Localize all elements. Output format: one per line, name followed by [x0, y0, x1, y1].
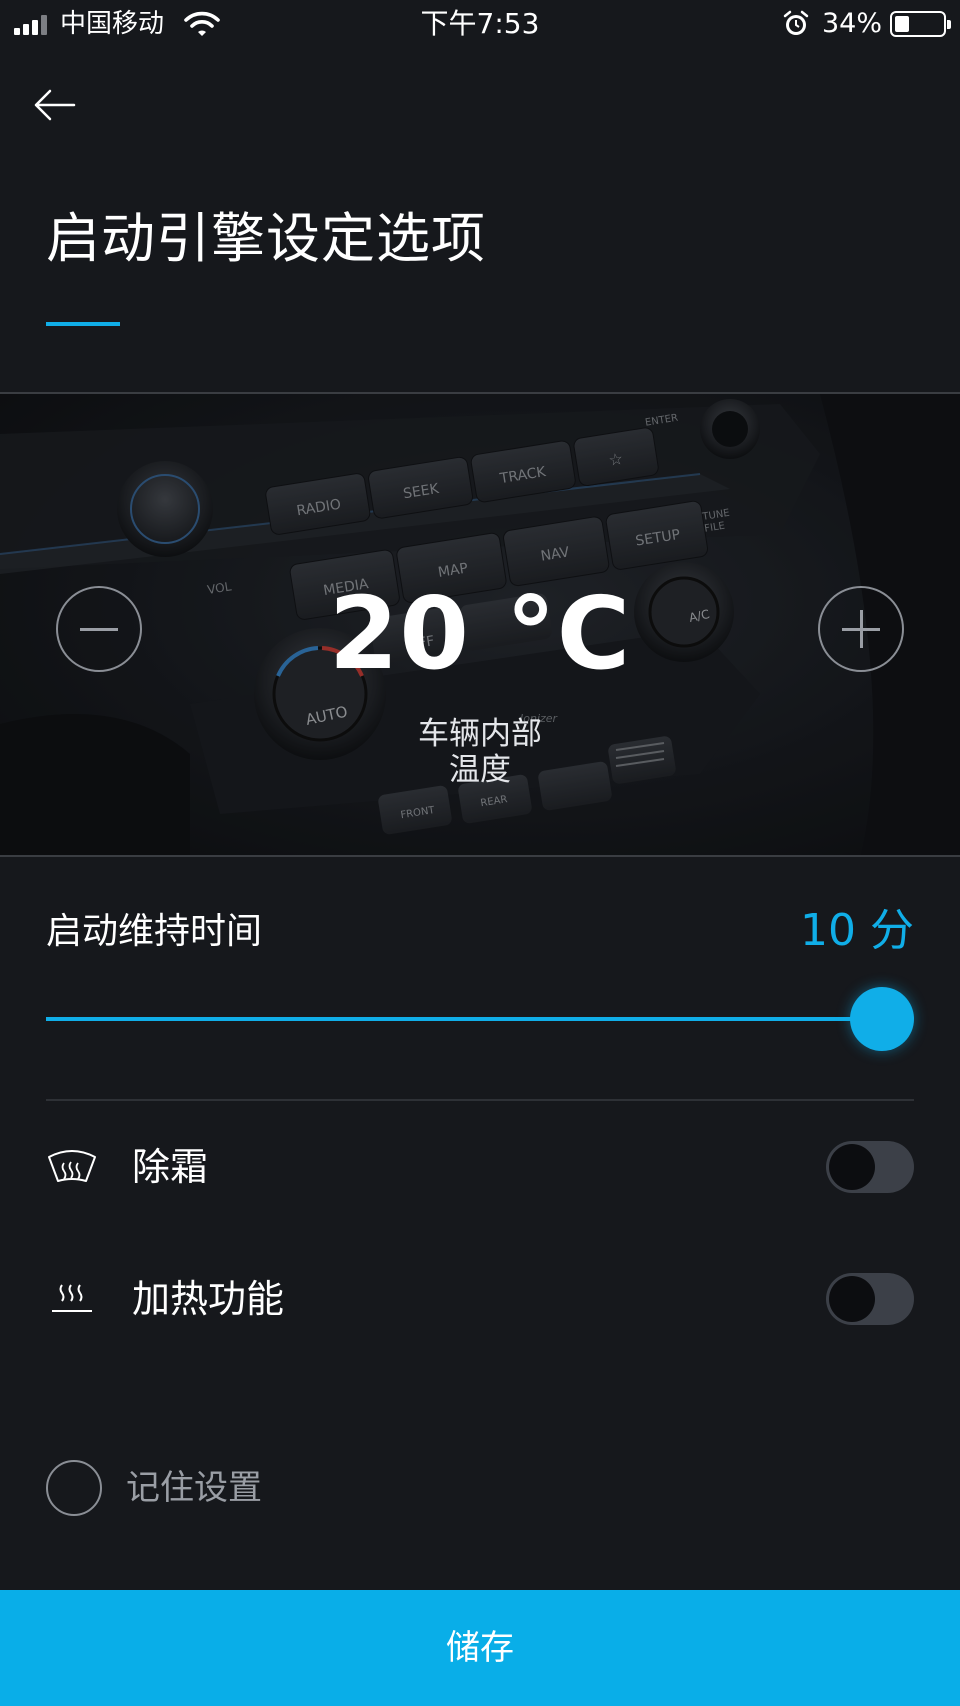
defrost-row: 除霜	[0, 1127, 960, 1207]
temperature-label: 车辆内部 温度	[380, 716, 580, 788]
slider-fill	[46, 1017, 882, 1021]
back-button[interactable]	[28, 80, 88, 130]
heating-row: 加热功能	[0, 1259, 960, 1339]
heating-icon	[52, 1284, 92, 1312]
heating-label: 加热功能	[132, 1277, 285, 1321]
slider-thumb[interactable]	[850, 987, 914, 1051]
divider	[46, 1099, 914, 1101]
remember-settings-label: 记住设置	[126, 1468, 262, 1508]
defrost-label: 除霜	[132, 1145, 209, 1189]
defrost-toggle[interactable]	[826, 1141, 914, 1193]
remember-settings-checkbox[interactable]: 记住设置	[46, 1460, 446, 1516]
alarm-icon	[783, 10, 809, 35]
heating-toggle[interactable]	[826, 1273, 914, 1325]
duration-slider[interactable]	[46, 984, 914, 1054]
remember-checkbox-circle[interactable]	[46, 1460, 102, 1516]
battery-fill	[895, 16, 909, 32]
battery-percent: 34%	[822, 8, 883, 39]
page-title: 启动引擎设定选项	[46, 207, 486, 270]
temperature-label-line1: 车辆内部	[418, 716, 542, 752]
climate-panel: RADIO SEEK TRACK ☆ ENTER MEDIA MAP NAV S…	[0, 392, 960, 857]
save-button[interactable]: 储存	[0, 1590, 960, 1706]
duration-label: 启动维持时间	[46, 911, 263, 952]
temperature-value: 20 °C	[328, 575, 632, 692]
title-underline	[46, 322, 120, 326]
defrost-icon	[48, 1150, 96, 1182]
temperature-label-line2: 温度	[449, 752, 511, 788]
clock: 下午7:53	[420, 7, 540, 40]
status-bar: 中国移动 下午7:53 34%	[0, 0, 960, 48]
duration-value: 10 分	[800, 905, 914, 956]
battery-icon	[890, 11, 951, 37]
arrow-left-icon	[34, 89, 76, 121]
